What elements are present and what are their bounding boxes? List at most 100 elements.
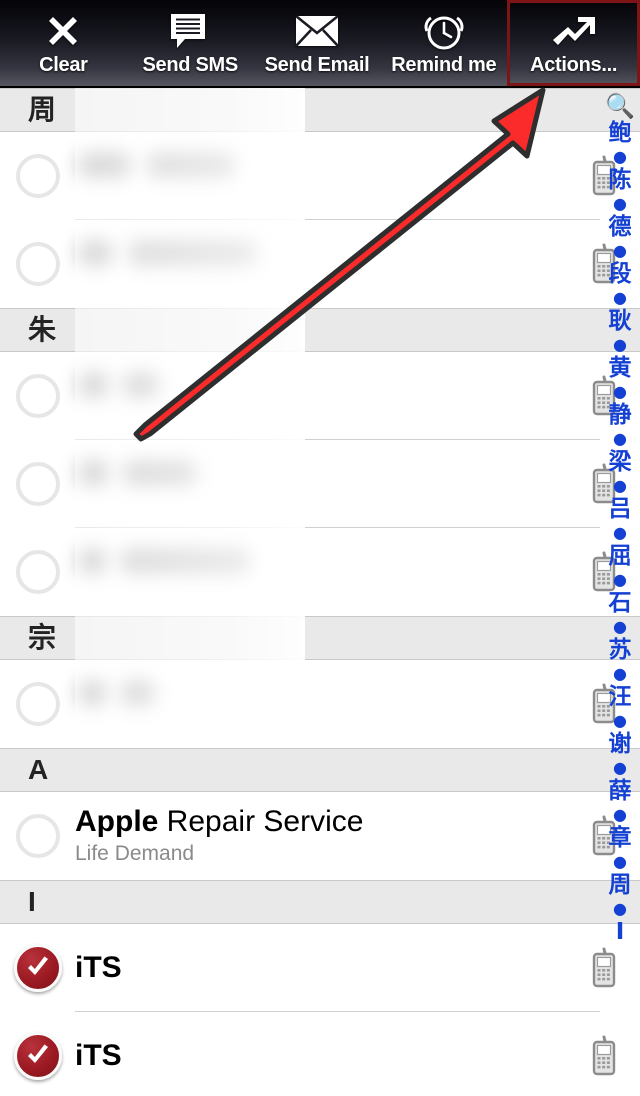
action-toolbar: Clear Send SMS Send Email Remind me Acti… bbox=[0, 0, 640, 88]
unchecked-circle-icon bbox=[15, 462, 60, 506]
index-entry[interactable]: 吕 bbox=[600, 496, 640, 523]
index-entry[interactable]: 陈 bbox=[600, 167, 640, 194]
unchecked-circle-icon bbox=[15, 814, 60, 858]
table-row[interactable]: iTS bbox=[0, 924, 640, 1012]
index-entry[interactable]: 薛 bbox=[600, 778, 640, 805]
section-header: I bbox=[0, 880, 640, 924]
section-header: 周 bbox=[0, 88, 640, 132]
index-entry[interactable]: ● bbox=[600, 523, 640, 543]
redacted-name bbox=[75, 542, 556, 602]
row-checkbox[interactable] bbox=[0, 550, 75, 594]
row-checkbox[interactable] bbox=[0, 374, 75, 418]
row-text: iTS bbox=[75, 1039, 568, 1073]
row-text bbox=[75, 674, 568, 734]
redacted-name bbox=[75, 146, 556, 206]
index-entry[interactable]: ● bbox=[600, 664, 640, 684]
unchecked-circle-icon bbox=[15, 242, 60, 286]
row-text bbox=[75, 454, 568, 514]
row-title-bold: iTS bbox=[75, 1039, 122, 1072]
redacted-name bbox=[75, 366, 556, 426]
section-header: 朱 bbox=[0, 308, 640, 352]
remind-me-label: Remind me bbox=[391, 54, 497, 76]
row-checkbox[interactable] bbox=[0, 462, 75, 506]
section-index-bar[interactable]: 🔍 鲍 ● 陈 ● 德 ● 段 ● 耿 ● 黄 ● 静 ● 梁 ● 吕 ● 屈 … bbox=[600, 88, 640, 1096]
index-entry[interactable]: ● bbox=[600, 241, 640, 261]
row-title-rest: Repair Service bbox=[158, 805, 364, 838]
index-entry[interactable]: 鲍 bbox=[600, 120, 640, 147]
index-entry[interactable]: ● bbox=[600, 476, 640, 496]
redacted-name bbox=[75, 674, 556, 734]
section-header: A bbox=[0, 748, 640, 792]
index-entry[interactable]: ● bbox=[600, 429, 640, 449]
row-checkbox[interactable] bbox=[0, 242, 75, 286]
checked-circle-icon bbox=[13, 944, 62, 992]
index-entry[interactable]: 段 bbox=[600, 261, 640, 288]
clear-label: Clear bbox=[39, 54, 88, 76]
index-entry[interactable]: ● bbox=[600, 852, 640, 872]
row-checkbox[interactable] bbox=[0, 944, 75, 992]
table-row[interactable] bbox=[0, 440, 640, 528]
table-row[interactable]: Apple Repair Service Life Demand bbox=[0, 792, 640, 880]
index-entry[interactable]: ● bbox=[600, 805, 640, 825]
table-row[interactable] bbox=[0, 660, 640, 748]
index-entry[interactable]: 谢 bbox=[600, 731, 640, 758]
index-entry[interactable]: 德 bbox=[600, 214, 640, 241]
row-text: iTS bbox=[75, 951, 568, 985]
index-entry[interactable]: ● bbox=[600, 194, 640, 214]
index-entry[interactable]: ● bbox=[600, 758, 640, 778]
row-checkbox[interactable] bbox=[0, 814, 75, 858]
row-checkbox[interactable] bbox=[0, 1032, 75, 1080]
envelope-icon bbox=[289, 9, 345, 53]
table-row[interactable] bbox=[0, 352, 640, 440]
index-entry[interactable]: ● bbox=[600, 711, 640, 731]
row-text bbox=[75, 366, 568, 426]
send-sms-button[interactable]: Send SMS bbox=[127, 0, 254, 86]
row-text bbox=[75, 542, 568, 602]
unchecked-circle-icon bbox=[15, 154, 60, 198]
remind-me-button[interactable]: Remind me bbox=[380, 0, 507, 86]
table-row[interactable] bbox=[0, 220, 640, 308]
index-entry[interactable]: 周 bbox=[600, 872, 640, 899]
table-row[interactable]: iTS bbox=[0, 1012, 640, 1096]
index-entry[interactable]: 黄 bbox=[600, 355, 640, 382]
actions-label: Actions... bbox=[530, 54, 618, 76]
index-entry[interactable]: ● bbox=[600, 617, 640, 637]
send-email-button[interactable]: Send Email bbox=[254, 0, 381, 86]
redacted-name bbox=[75, 234, 556, 294]
index-entry[interactable]: ● bbox=[600, 335, 640, 355]
index-entry[interactable]: 梁 bbox=[600, 449, 640, 476]
row-title: Apple Repair Service bbox=[75, 805, 556, 839]
actions-button[interactable]: Actions... bbox=[507, 0, 640, 86]
index-entry[interactable]: 静 bbox=[600, 402, 640, 429]
index-entry[interactable]: 耿 bbox=[600, 308, 640, 335]
index-entry[interactable]: 章 bbox=[600, 825, 640, 852]
search-icon[interactable]: 🔍 bbox=[600, 92, 640, 120]
index-entry[interactable]: ● bbox=[600, 382, 640, 402]
index-entry[interactable]: ● bbox=[600, 147, 640, 167]
index-entry[interactable]: 苏 bbox=[600, 637, 640, 664]
section-header: 宗 bbox=[0, 616, 640, 660]
index-entry[interactable]: 汪 bbox=[600, 684, 640, 711]
trending-up-arrow-icon bbox=[546, 9, 602, 53]
table-row[interactable] bbox=[0, 528, 640, 616]
unchecked-circle-icon bbox=[15, 550, 60, 594]
row-title: iTS bbox=[75, 1039, 556, 1073]
unchecked-circle-icon bbox=[15, 374, 60, 418]
row-checkbox[interactable] bbox=[0, 154, 75, 198]
row-subtitle: Life Demand bbox=[75, 842, 195, 865]
row-title: iTS bbox=[75, 951, 556, 985]
send-email-label: Send Email bbox=[264, 54, 370, 76]
table-row[interactable] bbox=[0, 132, 640, 220]
index-entry[interactable]: 石 bbox=[600, 590, 640, 617]
x-icon bbox=[35, 9, 91, 53]
index-entry[interactable]: ● bbox=[600, 570, 640, 590]
row-checkbox[interactable] bbox=[0, 682, 75, 726]
clear-button[interactable]: Clear bbox=[0, 0, 127, 86]
contact-list[interactable]: 周 朱 宗 A Apple Repair Service Life Demand… bbox=[0, 88, 640, 1096]
row-title-bold: iTS bbox=[75, 951, 122, 984]
index-entry[interactable]: ● bbox=[600, 899, 640, 919]
index-entry[interactable]: ● bbox=[600, 288, 640, 308]
index-entry[interactable]: I bbox=[600, 919, 640, 946]
index-entry[interactable]: 屈 bbox=[600, 543, 640, 570]
row-text: Apple Repair Service Life Demand bbox=[75, 805, 568, 867]
